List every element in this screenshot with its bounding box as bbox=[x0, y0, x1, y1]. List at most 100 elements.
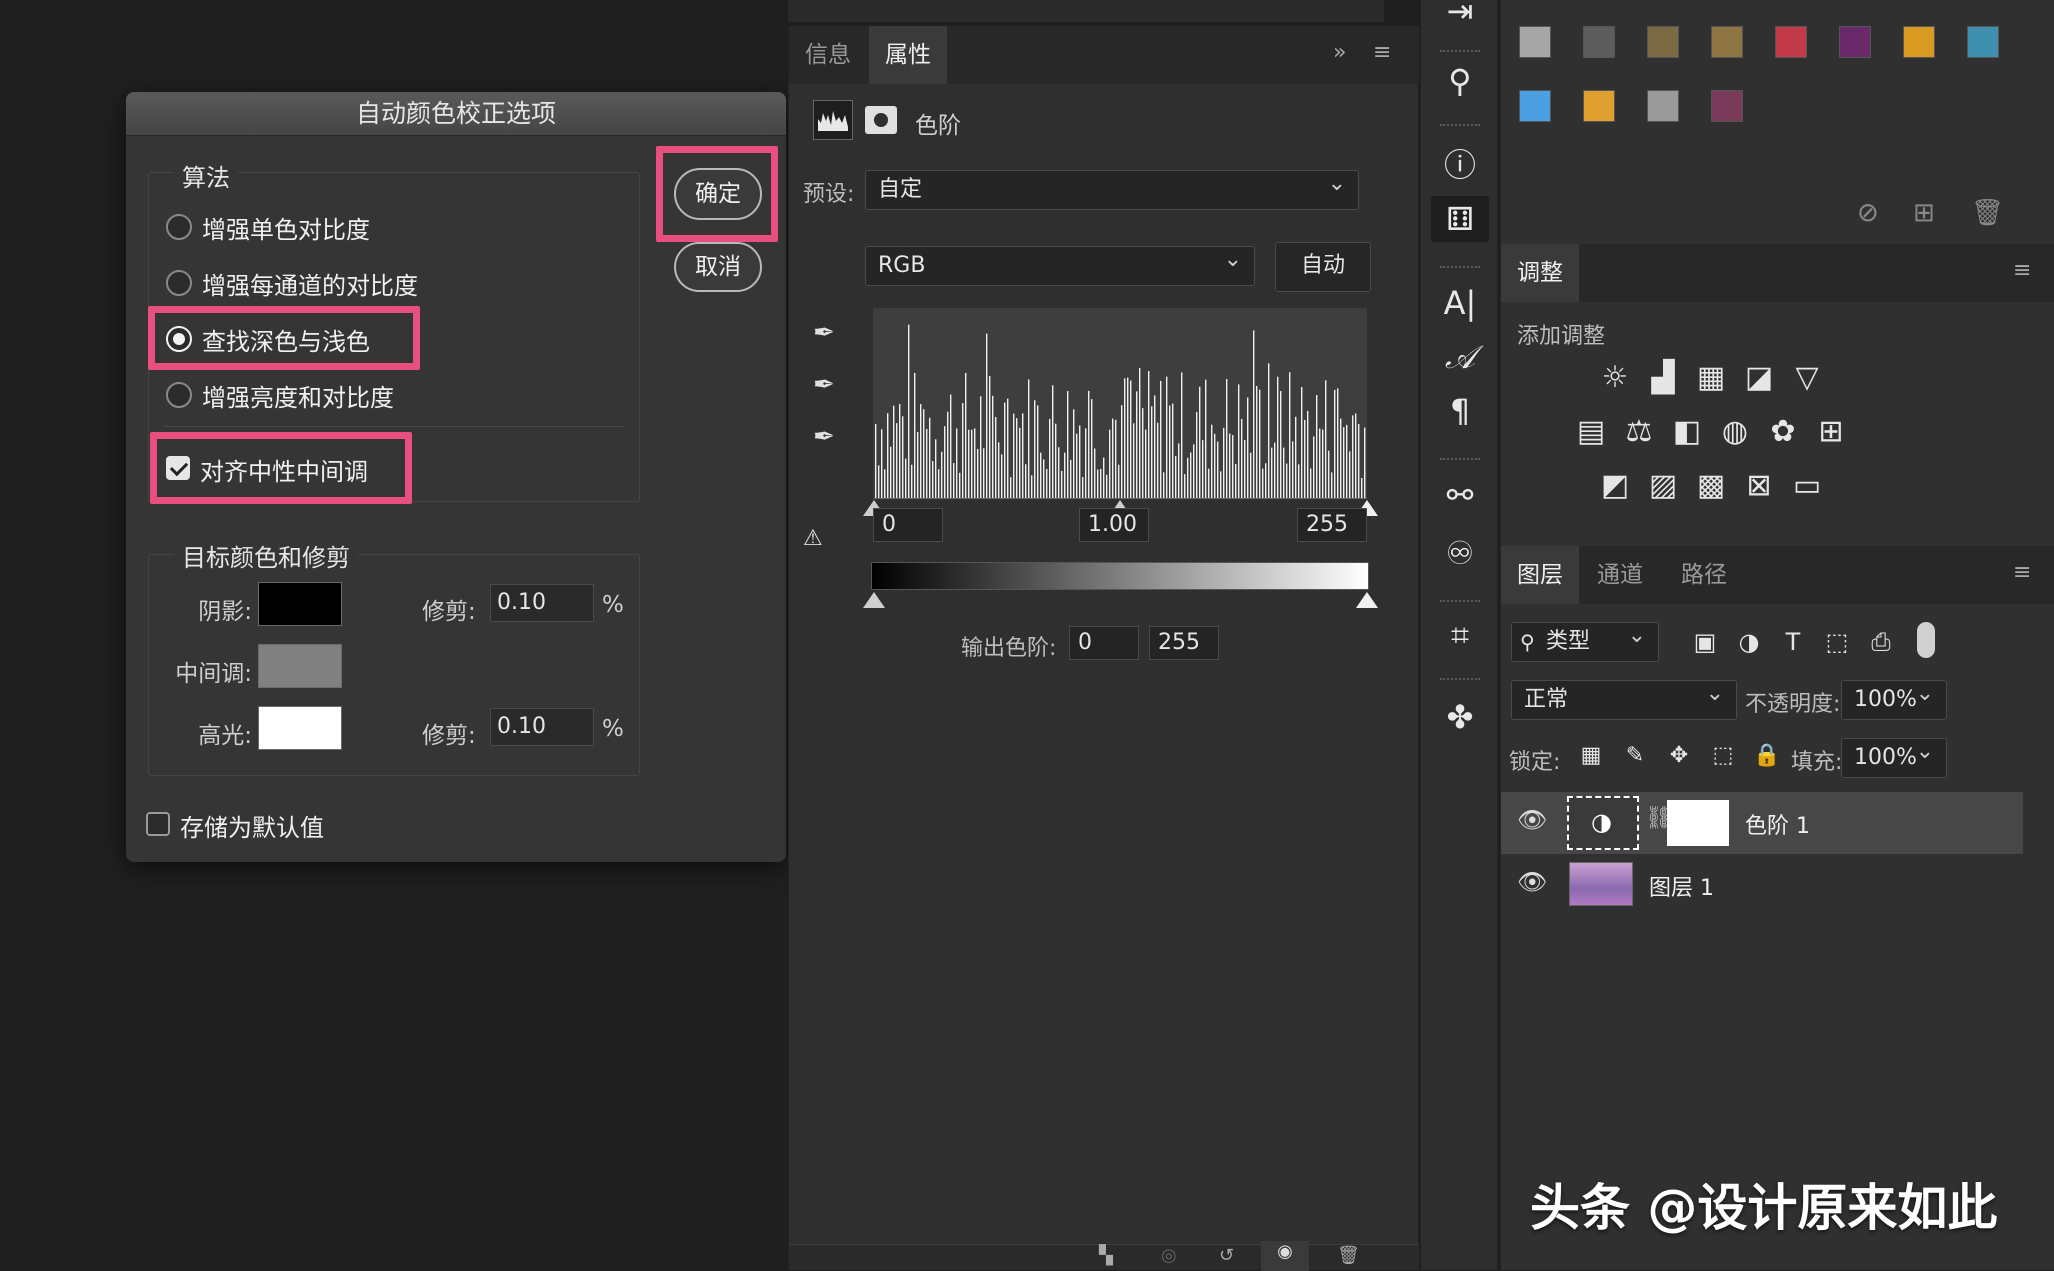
lock-image-icon[interactable]: ✎ bbox=[1617, 738, 1653, 774]
output-black-field[interactable]: 0 bbox=[1069, 626, 1139, 660]
levels-icon[interactable] bbox=[813, 100, 853, 140]
delete-swatch-icon[interactable]: 🗑 bbox=[1971, 198, 2004, 228]
cancel-button[interactable]: 取消 bbox=[674, 242, 762, 292]
pixel-filter-icon[interactable]: ▣ bbox=[1687, 624, 1723, 660]
glyphs-icon[interactable]: 𝒜 bbox=[1421, 332, 1499, 382]
black-eyedropper-icon[interactable]: ✒ bbox=[813, 318, 835, 348]
threshold-icon[interactable]: ▩ bbox=[1693, 468, 1729, 504]
midtones-color-swatch[interactable] bbox=[258, 644, 342, 688]
clip-to-layer-icon[interactable]: ▚ bbox=[1099, 1245, 1113, 1266]
color-swatch[interactable] bbox=[1967, 26, 1999, 58]
lock-position-icon[interactable]: ✥ bbox=[1661, 738, 1697, 774]
radio-button[interactable] bbox=[166, 270, 192, 296]
shadows-clip-input[interactable]: 0.10 bbox=[490, 584, 594, 622]
color-lookup-icon[interactable]: ⊞ bbox=[1813, 414, 1849, 450]
black-white-icon[interactable]: ◧ bbox=[1669, 414, 1705, 450]
gray-eyedropper-icon[interactable]: ✒ bbox=[813, 370, 835, 400]
opacity-field[interactable]: 100% bbox=[1841, 675, 1947, 720]
paths-icon[interactable]: ⚯ bbox=[1421, 470, 1499, 520]
option-enhance-monochromatic-contrast[interactable]: 增强单色对比度 bbox=[166, 210, 466, 246]
type-filter-icon[interactable]: T bbox=[1775, 624, 1811, 660]
view-previous-icon[interactable]: ◎ bbox=[1161, 1245, 1177, 1266]
panel-menu-icon[interactable]: ≡ bbox=[1373, 40, 1391, 65]
input-black-field[interactable]: 0 bbox=[873, 508, 943, 542]
visibility-toggle-icon[interactable]: ◉ bbox=[1261, 1241, 1309, 1271]
radio-button[interactable] bbox=[166, 214, 192, 240]
blend-mode-dropdown[interactable]: 正常 bbox=[1511, 675, 1737, 720]
character-icon[interactable]: A| bbox=[1421, 278, 1499, 328]
tab-properties[interactable]: 属性 bbox=[869, 26, 947, 84]
output-white-slider[interactable] bbox=[1356, 592, 1378, 608]
lock-all-icon[interactable]: 🔒 bbox=[1749, 738, 1785, 774]
highlights-color-swatch[interactable] bbox=[258, 706, 342, 750]
no-color-icon[interactable]: ⊘ bbox=[1857, 198, 1879, 228]
auto-button[interactable]: 自动 bbox=[1275, 242, 1371, 292]
layer-name[interactable]: 色阶 1 bbox=[1745, 808, 1810, 840]
crop-icon[interactable]: ⌗ bbox=[1421, 610, 1499, 660]
tab-paths[interactable]: 路径 bbox=[1665, 546, 1743, 604]
new-swatch-icon[interactable]: ⊞ bbox=[1913, 198, 1935, 228]
tab-adjustments[interactable]: 调整 bbox=[1501, 244, 1579, 302]
option-enhance-brightness-contrast[interactable]: 增强亮度和对比度 bbox=[166, 378, 466, 414]
white-eyedropper-icon[interactable]: ✒ bbox=[813, 422, 835, 452]
layers-menu-icon[interactable]: ≡ bbox=[2013, 560, 2031, 585]
vibrance-icon[interactable]: ▽ bbox=[1789, 360, 1825, 396]
lock-transparent-icon[interactable]: ▦ bbox=[1573, 738, 1609, 774]
eye-icon[interactable]: 👁 bbox=[1517, 806, 1547, 834]
color-swatch[interactable] bbox=[1647, 90, 1679, 122]
paragraph-icon[interactable]: ¶ bbox=[1421, 386, 1499, 436]
color-balance-icon[interactable]: ⚖ bbox=[1621, 414, 1657, 450]
brightness-contrast-icon[interactable]: ☼ bbox=[1597, 360, 1633, 396]
posterize-icon[interactable]: ▨ bbox=[1645, 468, 1681, 504]
shadows-color-swatch[interactable] bbox=[258, 582, 342, 626]
libraries-icon[interactable]: ♾ bbox=[1421, 528, 1499, 578]
color-swatch[interactable] bbox=[1583, 90, 1615, 122]
hue-saturation-icon[interactable]: ▤ bbox=[1573, 414, 1609, 450]
input-gamma-field[interactable]: 1.00 bbox=[1079, 508, 1149, 542]
color-swatch[interactable] bbox=[1711, 26, 1743, 58]
color-swatch[interactable] bbox=[1647, 26, 1679, 58]
gradient-map-icon[interactable]: ▭ bbox=[1789, 468, 1825, 504]
selective-color-icon[interactable]: ⊠ bbox=[1741, 468, 1777, 504]
mask-icon[interactable] bbox=[865, 106, 897, 134]
smart-object-filter-icon[interactable]: ⎙ bbox=[1863, 624, 1899, 660]
brush-settings-icon[interactable]: ⇥ bbox=[1421, 0, 1499, 36]
layer-mask-thumbnail[interactable] bbox=[1667, 800, 1729, 846]
layer-name[interactable]: 图层 1 bbox=[1649, 870, 1714, 902]
channel-dropdown[interactable]: RGB bbox=[865, 241, 1255, 286]
checkbox-unchecked[interactable] bbox=[146, 812, 170, 836]
info-icon[interactable]: ⓘ bbox=[1421, 140, 1499, 190]
exposure-icon[interactable]: ◪ bbox=[1741, 360, 1777, 396]
collapse-panel-icon[interactable]: » bbox=[1333, 40, 1346, 65]
save-as-defaults-checkbox[interactable]: 存储为默认值 bbox=[146, 808, 386, 844]
delete-icon[interactable]: 🗑 bbox=[1337, 1245, 1360, 1266]
photo-filter-icon[interactable]: ◍ bbox=[1717, 414, 1753, 450]
tab-info[interactable]: 信息 bbox=[789, 26, 867, 84]
shape-filter-icon[interactable]: ⬚ bbox=[1819, 624, 1855, 660]
shapes-icon[interactable]: ✤ bbox=[1421, 692, 1499, 742]
radio-button[interactable] bbox=[166, 382, 192, 408]
color-swatch[interactable] bbox=[1839, 26, 1871, 58]
preset-dropdown[interactable]: 自定 bbox=[865, 165, 1359, 210]
levels-adjustment-icon[interactable]: ▟ bbox=[1645, 360, 1681, 396]
color-swatch[interactable] bbox=[1519, 90, 1551, 122]
channel-mixer-icon[interactable]: ✿ bbox=[1765, 414, 1801, 450]
color-swatch[interactable] bbox=[1583, 26, 1615, 58]
input-white-field[interactable]: 255 bbox=[1297, 508, 1367, 542]
fill-field[interactable]: 100% bbox=[1841, 733, 1947, 778]
invert-icon[interactable]: ◩ bbox=[1597, 468, 1633, 504]
lock-artboard-icon[interactable]: ⬚ bbox=[1705, 738, 1741, 774]
adjustment-filter-icon[interactable]: ◑ bbox=[1731, 624, 1767, 660]
output-black-slider[interactable] bbox=[863, 592, 885, 608]
color-swatch[interactable] bbox=[1775, 26, 1807, 58]
layer-row-levels[interactable]: 👁 ◑ ⛓ 色阶 1 bbox=[1501, 792, 2023, 854]
color-swatch[interactable] bbox=[1519, 26, 1551, 58]
output-white-field[interactable]: 255 bbox=[1149, 626, 1219, 660]
eye-icon[interactable]: 👁 bbox=[1517, 868, 1547, 896]
clone-source-icon[interactable]: ⚲ bbox=[1421, 56, 1499, 106]
color-swatch[interactable] bbox=[1903, 26, 1935, 58]
ok-button[interactable]: 确定 bbox=[674, 168, 762, 220]
tab-layers[interactable]: 图层 bbox=[1501, 546, 1579, 604]
highlights-clip-input[interactable]: 0.10 bbox=[490, 708, 594, 746]
properties-icon-active[interactable]: ⚅ bbox=[1431, 196, 1489, 242]
